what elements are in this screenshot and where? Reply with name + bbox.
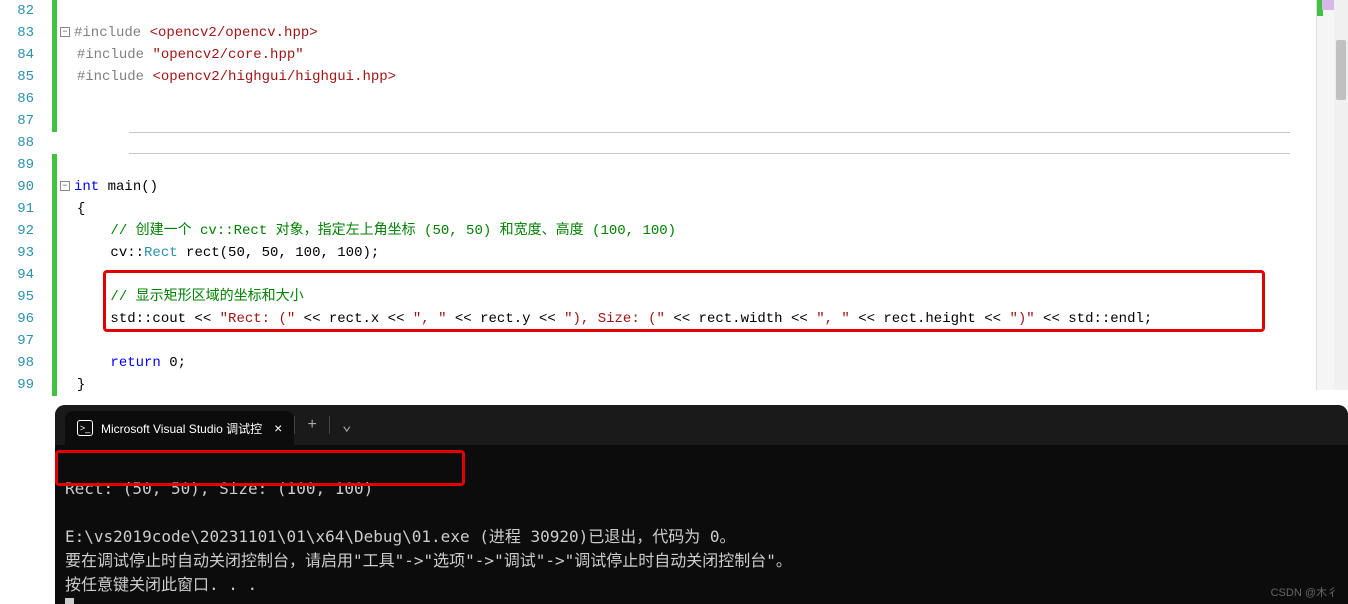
close-icon[interactable]: × [270, 420, 286, 436]
console-titlebar: >_ Microsoft Visual Studio 调试控 × + ⌄ [55, 405, 1348, 445]
console-cursor [65, 598, 74, 604]
code-content[interactable]: −#include <opencv2/opencv.hpp> #include … [56, 0, 1348, 396]
code-highlight-box [103, 270, 1265, 332]
watermark: CSDN @木彳 [1271, 584, 1338, 600]
tab-dropdown-icon[interactable]: ⌄ [330, 405, 364, 445]
change-marker [52, 154, 57, 396]
console-highlight-box [55, 450, 465, 486]
new-tab-button[interactable]: + [295, 405, 329, 445]
console-tab[interactable]: >_ Microsoft Visual Studio 调试控 × [65, 411, 294, 445]
debug-console[interactable]: >_ Microsoft Visual Studio 调试控 × + ⌄ Rec… [55, 405, 1348, 604]
change-marker [52, 0, 57, 132]
terminal-icon: >_ [77, 420, 93, 436]
minimap[interactable] [1316, 0, 1334, 390]
console-line: 按任意键关闭此窗口. . . [65, 575, 257, 594]
line-gutter: 82 83 84 85 86 87 88 89 90 91 92 93 94 9… [0, 0, 40, 390]
scrollbar-thumb[interactable] [1336, 40, 1346, 100]
fold-icon[interactable]: − [60, 27, 70, 37]
console-line: 要在调试停止时自动关闭控制台，请启用"工具"->"选项"->"调试"->"调试停… [65, 551, 792, 570]
vertical-scrollbar[interactable] [1334, 0, 1348, 390]
fold-icon[interactable]: − [60, 181, 70, 191]
console-line: E:\vs2019code\20231101\01\x64\Debug\01.e… [65, 527, 736, 546]
tab-title: Microsoft Visual Studio 调试控 [101, 420, 262, 437]
